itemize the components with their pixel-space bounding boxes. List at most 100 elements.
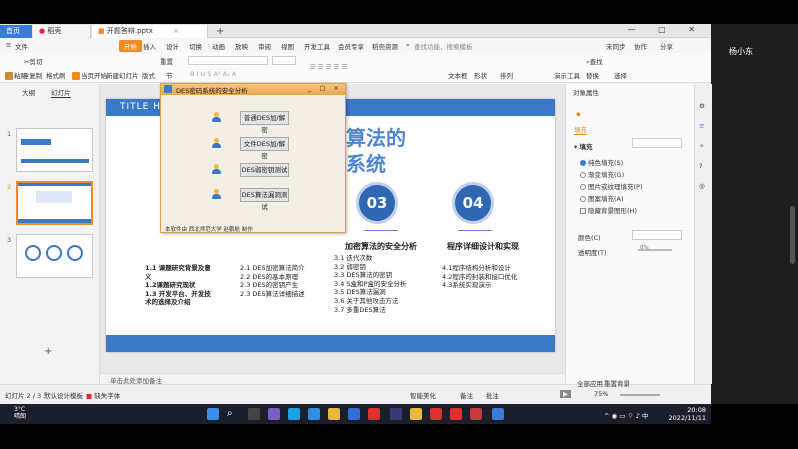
shape-button[interactable]: 形状 (474, 70, 487, 80)
vulnerability-test-button[interactable]: DES算法漏洞测试 (240, 188, 289, 211)
teams-icon[interactable] (268, 408, 280, 420)
ribbon-tab-docer[interactable]: 稻壳资源 (372, 41, 398, 51)
sync-status[interactable]: 未同步 (606, 41, 626, 51)
location-icon[interactable]: ◎ (699, 182, 705, 190)
notes-bar[interactable]: 单击此处添加备注 (100, 373, 565, 385)
tab-docer[interactable]: ● 稻壳 (33, 25, 91, 38)
share-button[interactable]: 分享 (660, 41, 673, 51)
side-scrollbar[interactable] (790, 206, 795, 264)
system-tray-icons[interactable]: ^ ◉ ▭ ⌔ ♪ 中 (604, 410, 648, 420)
zoom-level[interactable]: 75% (594, 390, 608, 398)
collaborate-button[interactable]: 协作 (634, 41, 647, 51)
ribbon-tab-file[interactable]: 文件 (15, 41, 28, 51)
tab-slides[interactable]: 幻灯片 (51, 89, 71, 98)
start-icon[interactable] (207, 408, 219, 420)
color-picker[interactable] (632, 230, 682, 240)
option-pattern-fill[interactable]: 图案填充(A) (580, 193, 624, 203)
section-button[interactable]: 节 (166, 70, 173, 80)
ribbon-tab-animation[interactable]: 动画 (212, 41, 225, 51)
wps-doc-icon[interactable] (450, 408, 462, 420)
textbox-button[interactable]: 文本框 (448, 70, 468, 80)
fill-effect-icon[interactable]: ◆ (576, 110, 581, 118)
slide-thumbnail-3[interactable] (16, 234, 93, 278)
slide-thumbnail-1[interactable] (16, 128, 93, 172)
font-style-buttons[interactable]: B I U S A² A₂ A (190, 70, 236, 78)
ribbon-tab-home[interactable]: 开始 (119, 40, 142, 52)
hide-background-checkbox[interactable]: 隐藏背景图形(H) (580, 205, 637, 215)
copy-button[interactable]: ⎘复制 (24, 70, 42, 81)
function-search[interactable]: 查找功能、搜索模板 (414, 41, 473, 51)
missing-font[interactable]: ■ 缺失字体 (86, 390, 120, 400)
font-name-select[interactable] (188, 56, 268, 65)
tab-document[interactable]: ■ 开题答辩.pptx × (92, 25, 208, 38)
ribbon-tab-design[interactable]: 设计 (166, 41, 179, 51)
weak-key-test-button[interactable]: DES弱密钥测试 (240, 163, 289, 177)
ribbon-tab-developer[interactable]: 开发工具 (304, 41, 330, 51)
replace-button[interactable]: 替换 (586, 70, 599, 80)
visual-studio-icon[interactable] (390, 408, 402, 420)
search-icon[interactable]: ⌕ (227, 408, 239, 420)
add-tab-button[interactable]: + (210, 25, 230, 38)
presentation-tools-button[interactable]: 演示工具 (554, 70, 580, 80)
option-gradient-fill[interactable]: 渐变填充(G) (580, 169, 624, 179)
tab-outline[interactable]: 大纲 (22, 89, 35, 97)
pdf-icon[interactable] (470, 408, 482, 420)
folder-icon[interactable] (410, 408, 422, 420)
window-controls[interactable]: — ▢ ✕ (628, 25, 705, 34)
format-painter-button[interactable]: 格式刷 (46, 70, 66, 80)
animation-icon[interactable]: ✧ (699, 142, 704, 150)
menu-icon[interactable]: ≡ (6, 41, 11, 49)
tab-fill[interactable]: 填充 (574, 124, 587, 135)
reset-background-button[interactable]: 重置背景 (604, 378, 630, 388)
cut-button[interactable]: ✂剪切 (24, 56, 42, 66)
reset-button[interactable]: 重置 (160, 56, 173, 66)
option-solid-fill[interactable]: 纯色填充(S) (580, 157, 623, 167)
ribbon-tab-view[interactable]: 视图 (281, 41, 294, 51)
paragraph-buttons[interactable]: ☰ ☰ ☰ ☰ ☰ (310, 63, 347, 71)
arrange-button[interactable]: 排列 (500, 70, 513, 80)
edge-icon[interactable] (288, 408, 300, 420)
fill-section-header[interactable]: ▾ 填充 (574, 141, 593, 151)
weather-widget[interactable]: 3°C 晴朗 (14, 406, 26, 420)
help-icon[interactable]: ? (699, 162, 702, 170)
select-button[interactable]: 选择 (614, 70, 627, 80)
store-icon[interactable] (348, 408, 360, 420)
taskbar-clock[interactable]: 20:08 2022/11/11 (668, 406, 706, 422)
play-from-current-button[interactable]: 当页开始 (72, 70, 107, 80)
smart-beautify-button[interactable]: 智能美化 (410, 390, 436, 400)
comments-toggle[interactable]: 批注 (486, 390, 499, 400)
file-des-button[interactable]: 文件DES加/解密 (240, 137, 289, 160)
layout-button[interactable]: 版式 (142, 70, 155, 80)
wps-icon[interactable] (368, 408, 380, 420)
ribbon-tab-member[interactable]: 会员专享 (338, 41, 364, 51)
find-button[interactable]: ⌕查找 (586, 56, 603, 67)
ribbon-tab-insert[interactable]: 插入 (143, 41, 156, 51)
font-size-select[interactable] (272, 56, 296, 65)
meeting-icon[interactable] (492, 408, 504, 420)
slide-thumbnail-2[interactable] (16, 181, 93, 225)
normal-des-button[interactable]: 普通DES加/解密 (240, 111, 289, 134)
zoom-slider[interactable] (620, 394, 660, 396)
file-explorer-icon[interactable] (328, 408, 340, 420)
format-icon[interactable]: ≡ (699, 122, 704, 130)
ribbon-tab-review[interactable]: 审阅 (258, 41, 271, 51)
add-slide-icon[interactable]: + (44, 346, 52, 357)
task-view-icon[interactable] (248, 408, 260, 420)
new-slide-button[interactable]: 新建幻灯片 (106, 70, 139, 80)
tab-home[interactable]: 首页 (0, 25, 32, 38)
play-button[interactable]: ▶ (560, 390, 571, 398)
option-picture-fill[interactable]: 图片或纹理填充(P) (580, 181, 643, 191)
mail-icon[interactable] (308, 408, 320, 420)
fill-type-select[interactable] (632, 138, 682, 148)
windows-taskbar: 3°C 晴朗 ⌕ ^ ◉ ▭ ⌔ ♪ 中 20:08 2022/11/11 (0, 404, 711, 424)
notes-toggle[interactable]: 备注 (460, 390, 473, 400)
properties-icon[interactable]: ⚙ (699, 102, 705, 110)
ribbon-tab-transition[interactable]: 切换 (189, 41, 202, 51)
dialog-window-controls[interactable]: _ □ × (308, 84, 342, 92)
dialog-titlebar[interactable]: DES密码系统的安全分析 _ □ × (161, 84, 345, 95)
close-tab-icon[interactable]: × (173, 27, 179, 35)
wps-writer-icon[interactable] (430, 408, 442, 420)
apply-all-button[interactable]: 全部应用 (577, 378, 603, 388)
ribbon-tab-slideshow[interactable]: 放映 (235, 41, 248, 51)
theme-name[interactable]: 默认设计模板 (44, 390, 83, 400)
